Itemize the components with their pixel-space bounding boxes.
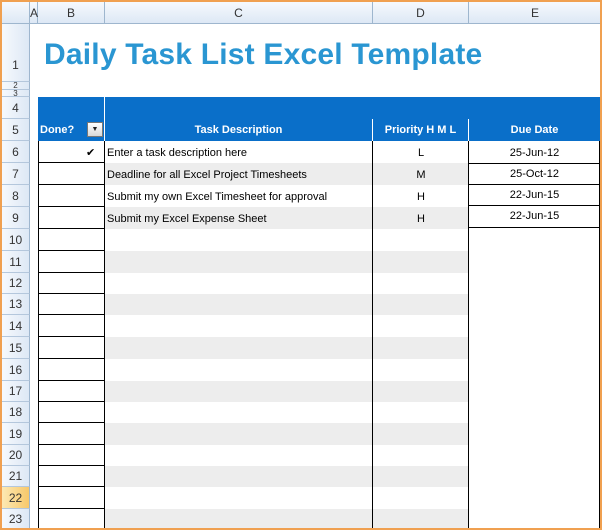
grid-line <box>38 486 105 487</box>
grid-line <box>38 293 105 294</box>
row-header-18[interactable]: 18 <box>2 402 30 423</box>
column-header-b[interactable]: B <box>38 2 105 24</box>
row-header-20[interactable]: 20 <box>2 445 30 466</box>
row-stripe <box>105 509 469 528</box>
row-header-13[interactable]: 13 <box>2 294 30 315</box>
grid-line <box>38 358 105 359</box>
grid-line <box>38 444 105 445</box>
header-band-divider <box>104 97 105 119</box>
row-header-22[interactable]: 22 <box>2 487 30 509</box>
row-header-3[interactable]: 3 <box>2 90 30 98</box>
select-all-corner[interactable] <box>2 2 30 24</box>
column-header-e[interactable]: E <box>469 2 600 24</box>
grid-line <box>38 336 105 337</box>
priority-cell[interactable]: M <box>373 165 469 186</box>
task-description-cell[interactable]: Submit my Excel Expense Sheet <box>107 209 267 230</box>
row-header-10[interactable]: 10 <box>2 229 30 251</box>
grid-line <box>38 422 105 423</box>
due-date-cell[interactable]: 22-Jun-15 <box>469 185 600 206</box>
header-band <box>38 97 600 119</box>
due-date-cell[interactable]: 25-Jun-12 <box>469 143 600 164</box>
grid-line <box>38 228 105 229</box>
row-header-19[interactable]: 19 <box>2 423 30 445</box>
task-description-cell[interactable]: Enter a task description here <box>107 143 247 164</box>
row-stripe <box>105 423 469 445</box>
row-stripe <box>105 294 469 315</box>
dropdown-arrow-icon: ▼ <box>91 126 99 133</box>
page-title: Daily Task List Excel Template <box>44 38 483 71</box>
row-header-6[interactable]: 6 <box>2 141 30 163</box>
column-header-c[interactable]: C <box>105 2 373 24</box>
column-header-d[interactable]: D <box>373 2 469 24</box>
grid-line <box>38 380 105 381</box>
row-header-15[interactable]: 15 <box>2 337 30 359</box>
grid-line <box>38 272 105 273</box>
row-header-12[interactable]: 12 <box>2 273 30 294</box>
priority-cell[interactable]: H <box>373 209 469 230</box>
row-header-7[interactable]: 7 <box>2 163 30 185</box>
grid-line <box>469 227 600 228</box>
row-header-14[interactable]: 14 <box>2 315 30 337</box>
row-header-17[interactable]: 17 <box>2 381 30 402</box>
row-stripe <box>105 466 469 487</box>
priority-cell[interactable]: H <box>373 187 469 208</box>
row-header-1[interactable]: 1 <box>2 24 30 82</box>
header-due-date: Due Date <box>469 119 600 141</box>
filter-dropdown-button[interactable]: ▼ <box>87 122 103 137</box>
row-header-23[interactable]: 23 <box>2 509 30 528</box>
row-header-4[interactable]: 4 <box>2 97 30 119</box>
due-date-cell[interactable]: 22-Jun-15 <box>469 206 600 227</box>
task-description-cell[interactable]: Submit my own Excel Timesheet for approv… <box>107 187 327 208</box>
row-header-9[interactable]: 9 <box>2 207 30 229</box>
grid-line <box>38 508 105 509</box>
row-stripe <box>105 381 469 402</box>
grid-line <box>38 206 105 207</box>
grid-line <box>38 314 105 315</box>
grid-line <box>38 184 105 185</box>
grid-line <box>38 401 105 402</box>
row-header-5[interactable]: 5 <box>2 119 30 141</box>
row-stripe <box>105 251 469 273</box>
due-date-cell[interactable]: 25-Oct-12 <box>469 164 600 185</box>
checkmark-icon[interactable]: ✔ <box>86 143 95 164</box>
header-task-description: Task Description <box>105 119 373 141</box>
row-header-11[interactable]: 11 <box>2 251 30 273</box>
row-header-21[interactable]: 21 <box>2 466 30 487</box>
row-header-16[interactable]: 16 <box>2 359 30 381</box>
priority-cell[interactable]: L <box>373 143 469 164</box>
spreadsheet-window: A B C D E 1 2 3 4 5 6 7 8 9 10 11 12 13 14 15 16 17 18 19 2… <box>0 0 602 530</box>
column-header-a[interactable]: A <box>30 2 38 24</box>
task-description-cell[interactable]: Deadline for all Excel Project Timesheet… <box>107 165 307 186</box>
grid-line <box>38 465 105 466</box>
row-header-8[interactable]: 8 <box>2 185 30 207</box>
header-priority: Priority H M L <box>373 119 469 141</box>
row-stripe <box>105 337 469 359</box>
grid-line <box>38 250 105 251</box>
